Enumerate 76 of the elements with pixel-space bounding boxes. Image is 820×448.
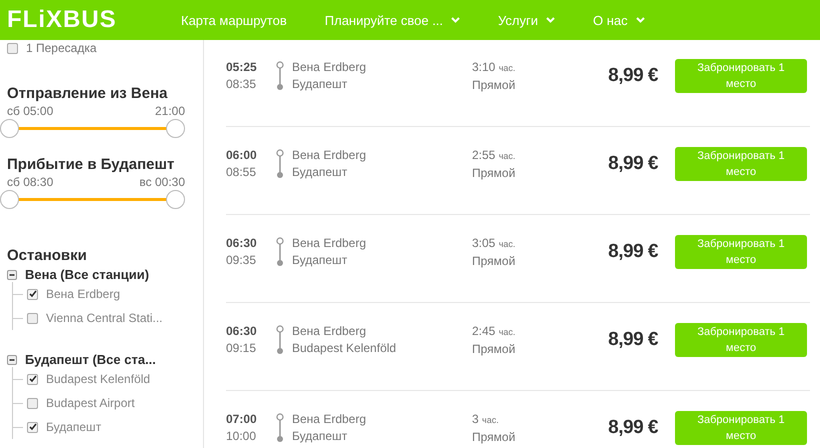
trip-duration: 3:10 час. <box>472 58 516 76</box>
checkbox[interactable] <box>27 374 38 384</box>
route-line-icon <box>276 325 284 355</box>
departure-station: Вена Erdberg <box>292 235 368 252</box>
departure-station: Вена Erdberg <box>292 147 368 164</box>
route-line-icon <box>276 61 284 91</box>
range-start-label: сб 08:30 <box>7 175 54 189</box>
stop-group-label: Будапешт (Все ста... <box>25 352 156 367</box>
checkbox-label: 1 Пересадка <box>26 41 97 55</box>
checkbox-label: Budapest Kelenföld <box>46 372 150 386</box>
chevron-down-icon <box>546 17 556 23</box>
logo[interactable]: FLiXBUS <box>0 6 167 34</box>
price: 8,99 € <box>607 417 658 439</box>
price: 8,99 € <box>607 153 658 175</box>
trip-type: Прямой <box>472 428 516 446</box>
trip-type: Прямой <box>472 252 516 270</box>
nav-link[interactable]: Планируйте свое ... <box>324 12 460 28</box>
departure-time: 07:00 <box>226 411 258 428</box>
book-button[interactable]: Забронировать 1 место <box>675 147 807 181</box>
arrival-station: Budapest Kelenföld <box>292 340 398 357</box>
checkbox[interactable] <box>7 42 18 54</box>
checkbox[interactable] <box>27 288 38 300</box>
price: 8,99 € <box>607 241 658 263</box>
departure-station: Вена Erdberg <box>292 323 368 340</box>
arrival-station: Будапешт <box>292 76 348 93</box>
arrival-station: Будапешт <box>292 252 348 269</box>
arrival-time: 08:55 <box>226 164 258 181</box>
route-line-icon <box>276 149 284 179</box>
checkbox-label: Вена Erdberg <box>46 287 120 301</box>
filter-title: Прибытие в Будапешт <box>7 156 176 173</box>
price: 8,99 € <box>607 65 658 87</box>
book-button[interactable]: Забронировать 1 место <box>675 323 807 357</box>
nav-link[interactable]: Услуги <box>498 12 556 28</box>
arrival-time: 09:15 <box>226 340 258 357</box>
departure-time: 05:25 <box>226 59 258 76</box>
checkbox-label: Budapest Airport <box>46 396 135 410</box>
nav-link[interactable]: О нас <box>593 12 645 28</box>
arrival-station: Будапешт <box>292 428 348 445</box>
departure-time: 06:30 <box>226 323 258 340</box>
nav-link[interactable]: Карта маршрутов <box>181 12 287 28</box>
checkbox[interactable] <box>27 312 38 324</box>
trip-type: Прямой <box>472 76 516 94</box>
trip-duration: 3:05 час. <box>472 234 516 252</box>
filter-title: Остановки <box>7 247 88 264</box>
book-button[interactable]: Забронировать 1 место <box>675 235 807 269</box>
route-line-icon <box>276 413 284 443</box>
range-end-label: 21:00 <box>154 104 185 118</box>
trip-type: Прямой <box>472 164 516 182</box>
departure-time: 06:30 <box>226 235 258 252</box>
collapse-icon[interactable] <box>7 354 17 364</box>
chevron-down-icon <box>636 17 645 23</box>
checkbox[interactable] <box>27 422 38 432</box>
price: 8,99 € <box>607 329 658 351</box>
arrival-time: 09:35 <box>226 252 258 269</box>
departure-station: Вена Erdberg <box>292 411 368 428</box>
collapse-icon[interactable] <box>7 270 17 280</box>
checkbox-label: Будапешт <box>46 420 102 434</box>
book-button[interactable]: Забронировать 1 место <box>675 59 807 93</box>
trip-duration: 2:45 час. <box>472 322 516 340</box>
range-end-label: вс 00:30 <box>139 175 185 189</box>
stop-group-label: Вена (Все станции) <box>25 267 150 282</box>
trip-duration: 2:55 час. <box>472 146 516 164</box>
departure-station: Вена Erdberg <box>292 59 368 76</box>
checkbox-label: Vienna Central Stati... <box>46 311 163 325</box>
trip-type: Прямой <box>472 340 516 358</box>
chevron-down-icon <box>451 17 460 23</box>
departure-time: 06:00 <box>226 147 258 164</box>
route-line-icon <box>276 237 284 267</box>
filter-title: Отправление из Вена <box>7 85 168 102</box>
arrival-time: 10:00 <box>226 428 258 445</box>
trip-duration: 3 час. <box>472 410 500 428</box>
arrival-time: 08:35 <box>226 76 258 93</box>
arrival-station: Будапешт <box>292 164 348 181</box>
checkbox[interactable] <box>27 398 38 408</box>
range-start-label: сб 05:00 <box>7 104 54 118</box>
book-button[interactable]: Забронировать 1 место <box>675 411 807 445</box>
